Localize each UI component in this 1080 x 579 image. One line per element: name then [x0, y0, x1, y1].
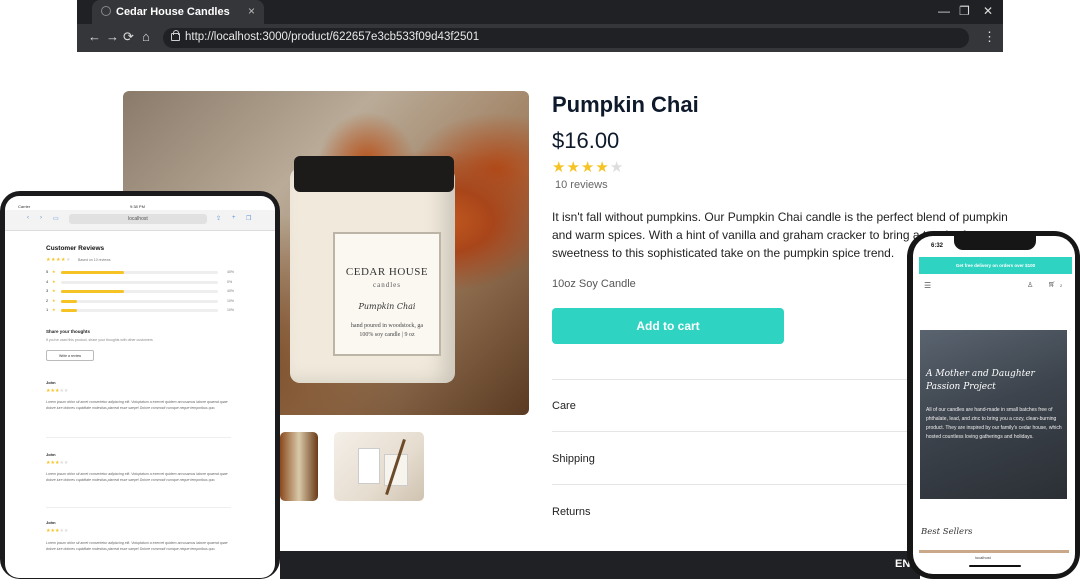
- breakdown-bar-fill: [61, 271, 124, 274]
- product-thumbnail-1[interactable]: [280, 432, 318, 501]
- breakdown-stars-label: 5: [46, 269, 49, 274]
- user-icon[interactable]: ♙: [1027, 281, 1033, 289]
- breakdown-bar-fill: [61, 309, 77, 312]
- browser-menu-icon[interactable]: ⋮: [983, 30, 996, 44]
- address-url[interactable]: http://localhost:3000/product/622657e3cb…: [185, 31, 479, 43]
- breakdown-bar-fill: [61, 290, 124, 293]
- star-icon: ★: [595, 159, 610, 176]
- divider: [552, 484, 912, 485]
- breakdown-percent: 40%: [227, 289, 235, 293]
- share-thoughts-heading: Share your thoughts: [46, 329, 91, 334]
- star-icon: ★: [52, 278, 56, 284]
- candle-lid-image: [294, 156, 454, 192]
- breakdown-bar-track: [61, 280, 218, 284]
- product-price: $16.00: [552, 128, 620, 153]
- phone-product-strip: [919, 550, 1069, 553]
- tablet-carrier: Carrier: [18, 204, 31, 209]
- breakdown-stars-label: 1: [46, 307, 49, 312]
- phone-hero-text: All of our candles are hand-made in smal…: [926, 407, 1062, 440]
- review-text: Lorem ipsum dolor sit amet consectetur a…: [46, 472, 228, 482]
- tab-close-icon[interactable]: ×: [248, 4, 255, 18]
- product-thumbnail-2[interactable]: [334, 432, 424, 501]
- star-icon: ★: [566, 159, 581, 176]
- breakdown-percent: 0%: [227, 279, 233, 284]
- tablet-plus-icon[interactable]: +: [232, 215, 236, 221]
- product-variant: 10oz Soy Candle: [552, 278, 636, 290]
- review-author: John: [46, 380, 56, 385]
- tablet-time: 9:38 PM: [130, 204, 145, 209]
- star-icon: ★: [580, 159, 596, 176]
- tab-title: Cedar House Candles: [116, 6, 230, 18]
- cart-count: 2: [1060, 283, 1063, 288]
- phone-time: 6:32: [931, 243, 944, 249]
- breakdown-bar-track: [61, 309, 218, 312]
- reviews-count[interactable]: 10 reviews: [555, 179, 608, 191]
- candle-label-scent: Pumpkin Chai: [358, 302, 416, 311]
- candle-label-info: hand poured in woodstock, ga 100% soy can…: [350, 323, 424, 338]
- breakdown-stars-label: 3: [46, 288, 49, 293]
- tablet-book-icon[interactable]: ▭: [53, 215, 59, 222]
- breakdown-percent: 10%: [227, 308, 235, 312]
- share-thoughts-sub: If you've used this product, share your …: [46, 338, 153, 342]
- divider: [552, 379, 912, 380]
- review-divider: [46, 437, 231, 438]
- reviews-based-on: Based on 10 reviews: [78, 258, 111, 262]
- review-stars: ★★★★★: [46, 528, 69, 534]
- tablet-share-icon[interactable]: ⇪: [216, 215, 221, 222]
- promo-banner-text: Get free delivery on orders over $100: [955, 263, 1036, 268]
- review-text: Lorem ipsum dolor sit amet consectetur a…: [46, 400, 228, 410]
- best-sellers-heading: Best Sellers: [921, 527, 973, 537]
- accordion-care[interactable]: Care: [552, 400, 576, 412]
- breakdown-stars-label: 4: [46, 278, 49, 284]
- hamburger-icon[interactable]: ☰: [924, 281, 931, 290]
- candle-label-brand: CEDAR HOUSE: [345, 266, 429, 278]
- lock-icon[interactable]: [171, 30, 180, 41]
- add-to-cart-button[interactable]: Add to cart: [552, 308, 784, 344]
- breakdown-stars-label: 2: [46, 297, 49, 303]
- tablet-back-icon[interactable]: ‹: [27, 215, 29, 221]
- site-footer: [280, 551, 920, 579]
- phone-url: localhost: [975, 555, 991, 560]
- star-icon: ★: [52, 288, 56, 293]
- accordion-returns[interactable]: Returns: [552, 506, 591, 518]
- review-text: Lorem ipsum dolor sit amet consectetur a…: [46, 541, 228, 551]
- cart-icon[interactable]: 🛒︎: [1048, 281, 1056, 288]
- phone-notch: [954, 236, 1036, 250]
- product-title: Pumpkin Chai: [552, 92, 699, 117]
- star-icon: ★: [552, 159, 567, 176]
- review-stars: ★★★★★: [46, 388, 69, 394]
- globe-icon: [101, 6, 111, 16]
- reviews-summary-stars: ★★★★★: [46, 257, 71, 263]
- back-icon[interactable]: ←: [88, 30, 101, 44]
- minimize-icon[interactable]: —: [938, 4, 950, 18]
- review-author: John: [46, 520, 56, 525]
- divider: [552, 431, 912, 432]
- reviews-heading: Customer Reviews: [46, 245, 105, 252]
- reload-icon[interactable]: ⟳: [123, 30, 134, 44]
- breakdown-percent: 40%: [227, 270, 235, 274]
- star-icon: ★: [52, 269, 56, 274]
- phone-home-indicator[interactable]: [969, 565, 1021, 567]
- candle-label-sub: candles: [373, 281, 401, 289]
- star-empty-icon: ★: [609, 159, 625, 176]
- window-close-icon[interactable]: ✕: [983, 4, 993, 18]
- phone-hero-title: A Mother and Daughter Passion Project: [926, 369, 1035, 392]
- tablet-url: localhost: [128, 216, 148, 222]
- write-review-button[interactable]: Write a review: [46, 350, 94, 361]
- tablet-forward-icon[interactable]: ›: [40, 215, 42, 221]
- accordion-shipping[interactable]: Shipping: [552, 453, 595, 465]
- breakdown-bar-fill: [61, 299, 77, 303]
- review-author: John: [46, 452, 56, 457]
- breakdown-bar-track: [61, 299, 218, 303]
- restore-icon[interactable]: ❐: [959, 4, 970, 18]
- breakdown-percent: 10%: [227, 298, 235, 303]
- review-divider: [46, 507, 231, 508]
- review-stars: ★★★★★: [46, 460, 69, 466]
- home-icon[interactable]: ⌂: [142, 30, 150, 44]
- star-icon: ★: [52, 297, 56, 303]
- star-icon: ★: [52, 307, 56, 312]
- forward-icon[interactable]: →: [106, 30, 119, 44]
- rating-stars: ★★★★★: [552, 158, 624, 176]
- tablet-tabs-icon[interactable]: ❐: [246, 215, 251, 222]
